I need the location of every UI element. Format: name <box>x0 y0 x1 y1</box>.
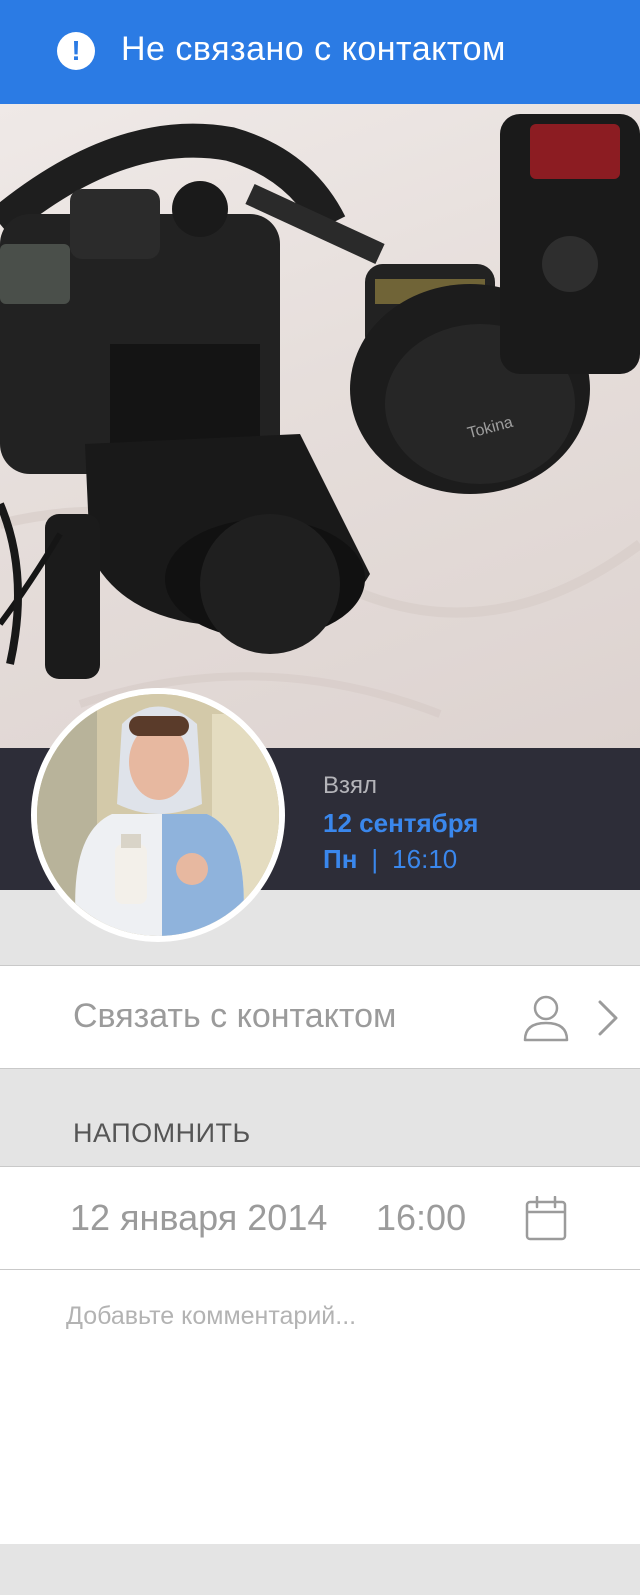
camera-gear-illustration: Tokina <box>0 114 640 718</box>
avatar-photo <box>37 694 279 936</box>
reminder-row[interactable]: 12 января 2014 16:00 <box>0 1166 640 1270</box>
taken-date: 12 сентября <box>323 808 479 838</box>
taken-time: 16:10 <box>392 844 458 874</box>
reminder-time[interactable]: 16:00 <box>376 1197 466 1239</box>
comment-area <box>0 1270 640 1544</box>
action-label: Взял <box>323 772 378 799</box>
calendar-icon[interactable] <box>524 1196 568 1242</box>
avatar[interactable] <box>31 688 285 942</box>
banner-title: Не связано с контактом <box>121 30 506 68</box>
chevron-right-icon <box>598 1000 618 1036</box>
item-photo[interactable]: Tokina <box>0 104 640 748</box>
day-time-separator: | <box>371 844 379 874</box>
link-contact-label: Связать с контактом <box>73 997 397 1035</box>
comment-input[interactable] <box>66 1302 606 1522</box>
link-contact-row[interactable]: Связать с контактом <box>0 965 640 1069</box>
reminder-date[interactable]: 12 января 2014 <box>70 1197 327 1239</box>
avatar-person-illustration <box>37 694 279 936</box>
person-icon <box>523 995 569 1042</box>
taken-weekday: Пн <box>323 844 358 874</box>
alert-circle-icon: ! <box>57 32 95 70</box>
taken-day-time: Пн | 16:10 <box>323 844 457 875</box>
status-banner[interactable]: ! Не связано с контактом <box>0 0 640 104</box>
reminder-section-header: НАПОМНИТЬ <box>73 1118 251 1148</box>
